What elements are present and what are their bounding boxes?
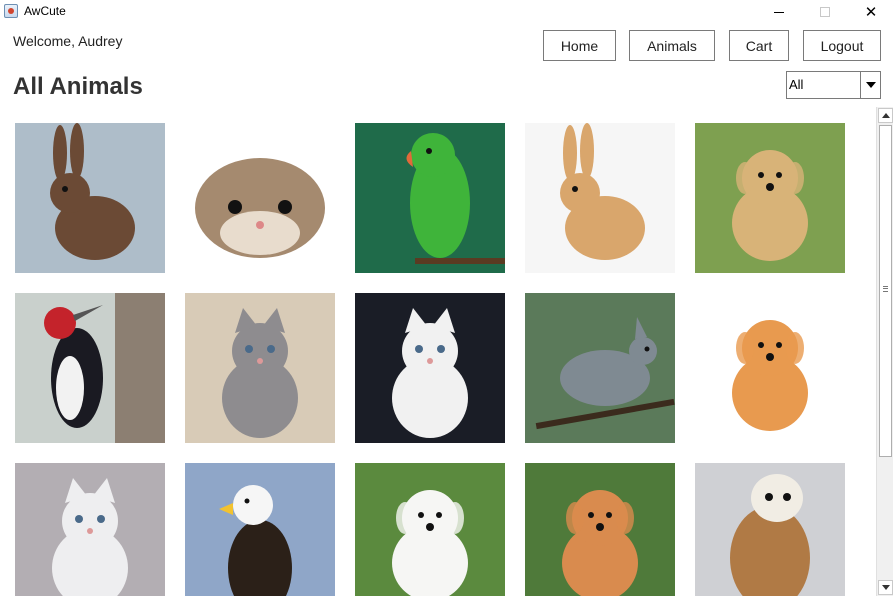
home-button[interactable]: Home: [543, 30, 616, 61]
minimize-button[interactable]: [756, 0, 802, 24]
animal-card-rabbit[interactable]: [525, 123, 675, 273]
animal-card-owl[interactable]: [695, 463, 845, 596]
chevron-down-icon: [865, 82, 876, 88]
animal-card-eagle[interactable]: [185, 463, 335, 596]
close-button[interactable]: ✕: [848, 0, 894, 24]
eagle-photo: [185, 463, 335, 596]
close-icon: ✕: [864, 3, 878, 21]
animal-card-cat[interactable]: [355, 293, 505, 443]
animal-card-parrot[interactable]: [355, 123, 505, 273]
cat-photo: [355, 293, 505, 443]
welcome-text: Welcome, Audrey: [13, 33, 123, 49]
minimize-icon: [774, 11, 784, 13]
dog-photo: [695, 123, 845, 273]
cart-button[interactable]: Cart: [729, 30, 789, 61]
title-bar: AwCute ✕: [0, 0, 894, 24]
rabbit-photo: [525, 123, 675, 273]
logout-button[interactable]: Logout: [803, 30, 881, 61]
animal-card-cat[interactable]: [15, 463, 165, 596]
animal-card-dog[interactable]: [355, 463, 505, 596]
bird-photo: [525, 293, 675, 443]
arrow-down-icon: [881, 585, 890, 590]
animal-card-hamster[interactable]: [185, 123, 335, 273]
scrollbar-thumb[interactable]: [879, 125, 892, 457]
app-window: AwCute ✕ Welcome, Audrey Home Animals Ca…: [0, 0, 894, 596]
animal-card-dog[interactable]: [695, 123, 845, 273]
java-app-icon: [4, 4, 18, 18]
dog-photo: [525, 463, 675, 596]
category-filter-dropdown[interactable]: All: [786, 71, 881, 99]
window-title: AwCute: [24, 4, 66, 18]
grip-icon: [883, 286, 888, 292]
maximize-button[interactable]: [802, 0, 848, 24]
animal-card-bird[interactable]: [525, 293, 675, 443]
scroll-up-button[interactable]: [878, 108, 893, 123]
dog-photo: [695, 293, 845, 443]
rabbit-photo: [15, 123, 165, 273]
animal-grid: [15, 123, 855, 596]
dropdown-arrow-button[interactable]: [860, 72, 880, 98]
animal-card-rabbit[interactable]: [15, 123, 165, 273]
cat-photo: [15, 463, 165, 596]
scroll-down-button[interactable]: [878, 580, 893, 595]
arrow-up-icon: [881, 113, 890, 118]
maximize-icon: [820, 7, 830, 17]
vertical-scrollbar[interactable]: [876, 107, 893, 596]
owl-photo: [695, 463, 845, 596]
cat-photo: [185, 293, 335, 443]
page-title: All Animals: [13, 73, 143, 100]
parrot-photo: [355, 123, 505, 273]
animals-button[interactable]: Animals: [629, 30, 715, 61]
animal-card-cat[interactable]: [185, 293, 335, 443]
animal-card-dog[interactable]: [525, 463, 675, 596]
filter-selected-value: All: [789, 77, 804, 92]
woodpecker-photo: [15, 293, 165, 443]
dog-photo: [355, 463, 505, 596]
animal-card-woodpecker[interactable]: [15, 293, 165, 443]
animal-card-dog[interactable]: [695, 293, 845, 443]
hamster-photo: [185, 123, 335, 273]
